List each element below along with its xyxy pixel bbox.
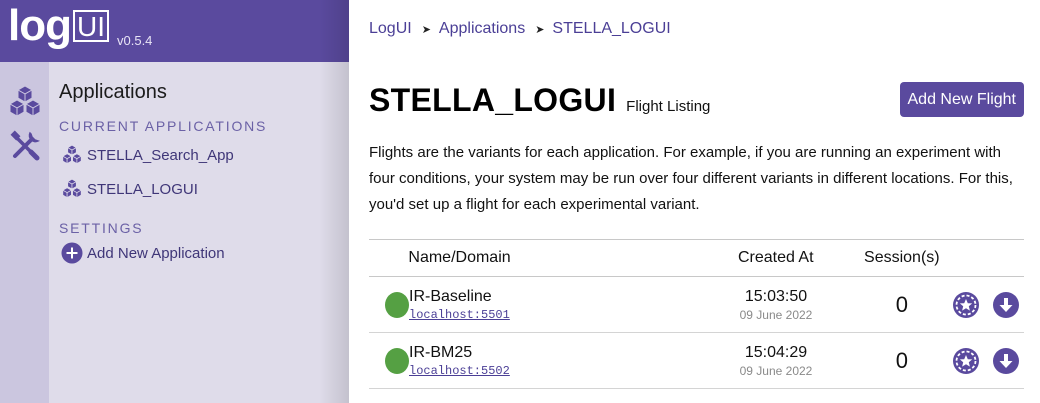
created-date: 09 June 2022 (739, 363, 813, 378)
download-icon[interactable] (992, 347, 1020, 375)
icon-rail (0, 62, 49, 403)
sidebar-item-label: STELLA_Search_App (87, 146, 234, 164)
created-time: 15:04:29 (744, 343, 808, 361)
flight-name: IR-Baseline (409, 287, 492, 305)
header-sessions: Session(s) (864, 249, 940, 266)
applications-rail-button[interactable] (0, 80, 49, 124)
status-indicator (385, 291, 409, 318)
sidebar: log UI v0.5.4 Applications CURRENT APPLI… (0, 0, 349, 403)
breadcrumb-separator-icon: ➤ (421, 23, 431, 36)
sidebar-item-stella-search-app[interactable]: STELLA_Search_App (59, 142, 349, 168)
status-indicator (385, 347, 409, 374)
breadcrumb-current-app[interactable]: STELLA_LOGUI (552, 20, 670, 38)
main-content: LogUI ➤ Applications ➤ STELLA_LOGUI STEL… (349, 0, 1040, 403)
settings-heading: SETTINGS (59, 220, 144, 236)
breadcrumb-applications[interactable]: Applications (439, 20, 525, 38)
created-date: 09 June 2022 (739, 307, 813, 322)
page-subtitle: Flight Listing (626, 98, 711, 115)
badge-star-icon[interactable] (952, 347, 980, 375)
breadcrumb-logui[interactable]: LogUI (369, 20, 412, 38)
session-count: 0 (895, 291, 909, 317)
flight-name: IR-BM25 (409, 343, 473, 361)
table-row: IR-BM25 localhost:5502 15:04:29 09 June … (369, 333, 1024, 389)
logo-text-ui: UI (72, 10, 109, 42)
sidebar-nav: Applications CURRENT APPLICATIONS STELLA… (59, 62, 349, 266)
current-applications-heading: CURRENT APPLICATIONS (59, 118, 268, 134)
version-label: v0.5.4 (117, 33, 153, 48)
header-created-at: Created At (737, 249, 814, 266)
add-new-application-link[interactable]: Add New Application (59, 240, 349, 266)
breadcrumb-separator-icon: ➤ (535, 23, 545, 36)
badge-star-icon[interactable] (952, 291, 980, 319)
breadcrumb: LogUI ➤ Applications ➤ STELLA_LOGUI (369, 20, 671, 38)
session-count: 0 (895, 347, 909, 373)
title-row: STELLA_LOGUI Flight Listing (369, 82, 710, 119)
flight-domain-link[interactable]: localhost:5501 (409, 308, 699, 322)
sidebar-item-stella-logui[interactable]: STELLA_LOGUI (59, 176, 349, 202)
flight-domain-link[interactable]: localhost:5502 (409, 364, 699, 378)
table-row: IR-Baseline localhost:5501 15:03:50 09 J… (369, 277, 1024, 333)
settings-rail-button[interactable] (0, 124, 49, 168)
page-description: Flights are the variants for each applic… (369, 144, 1013, 213)
cubes-icon (8, 85, 41, 117)
flights-table: Name/Domain Created At Session(s) IR-Bas… (369, 239, 1024, 389)
cubes-icon (61, 178, 87, 200)
brand-header: log UI v0.5.4 (0, 0, 349, 62)
plus-circle-icon (61, 242, 87, 264)
add-new-flight-button[interactable]: Add New Flight (899, 82, 1024, 117)
table-header: Name/Domain Created At Session(s) (369, 240, 1024, 277)
cubes-icon (61, 144, 87, 166)
app-root: log UI v0.5.4 Applications CURRENT APPLI… (0, 0, 1040, 403)
header-name-domain: Name/Domain (408, 249, 511, 266)
sidebar-title: Applications (59, 81, 167, 103)
download-icon[interactable] (992, 291, 1020, 319)
logo[interactable]: log UI (8, 4, 109, 48)
tools-icon (10, 130, 40, 161)
logo-text-log: log (8, 1, 72, 50)
add-new-application-label: Add New Application (87, 244, 225, 262)
page-title: STELLA_LOGUI (369, 82, 617, 118)
created-time: 15:03:50 (744, 287, 808, 305)
sidebar-item-label: STELLA_LOGUI (87, 180, 198, 198)
